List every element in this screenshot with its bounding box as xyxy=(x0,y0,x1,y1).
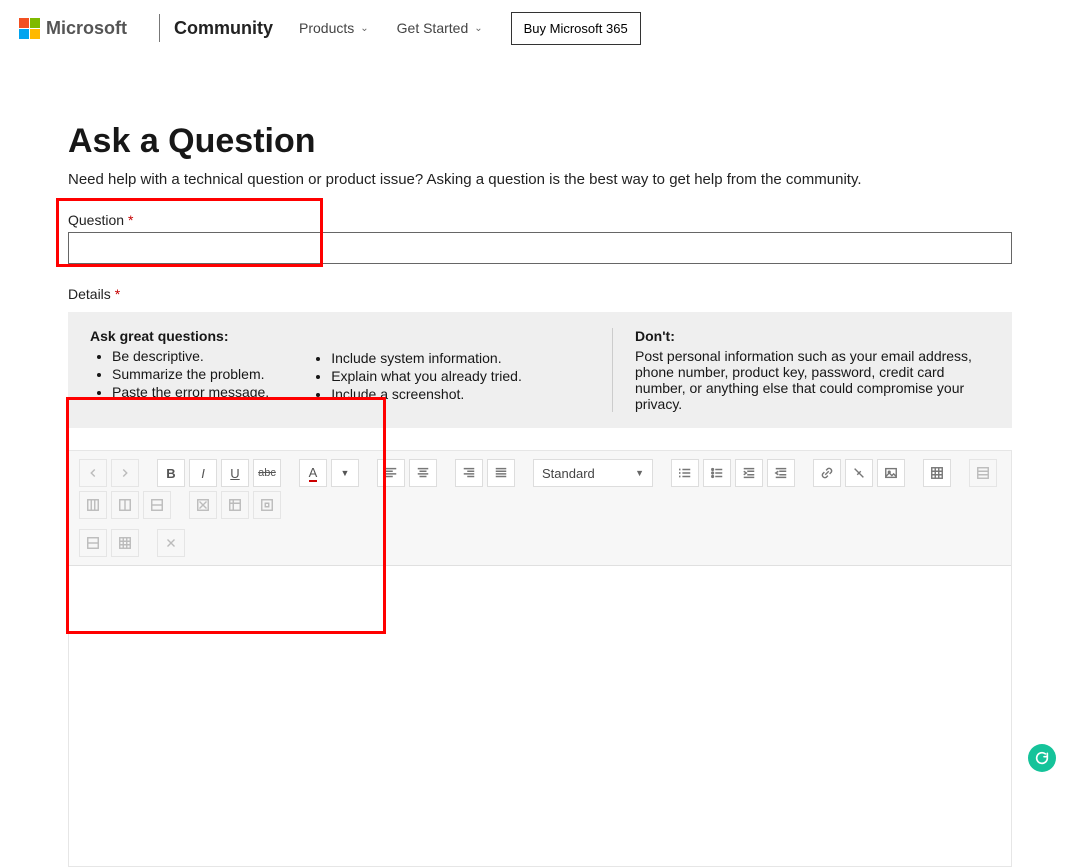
table-extra1-button[interactable] xyxy=(79,529,107,557)
underline-button[interactable]: U xyxy=(221,459,249,487)
table-merge-button[interactable] xyxy=(253,491,281,519)
unlink-button[interactable] xyxy=(845,459,873,487)
hints-dont-heading: Don't: xyxy=(635,328,990,344)
align-justify-button[interactable] xyxy=(487,459,515,487)
main-content: Ask a Question Need help with a technica… xyxy=(0,56,1080,867)
chevron-down-icon: ⌄ xyxy=(360,23,368,34)
hint-item: Explain what you already tried. xyxy=(331,368,522,384)
page-title: Ask a Question xyxy=(68,122,1012,161)
text-color-button[interactable]: A xyxy=(299,459,327,487)
chevron-down-icon: ⌄ xyxy=(474,23,482,34)
required-marker: * xyxy=(115,286,120,302)
hint-item: Include system information. xyxy=(331,350,522,366)
italic-button[interactable]: I xyxy=(189,459,217,487)
rich-text-editor: B I U abc A ▼ Standard ▼ xyxy=(68,450,1012,867)
paragraph-style-value: Standard xyxy=(542,466,595,481)
nav-products[interactable]: Products ⌄ xyxy=(299,20,369,36)
numbered-list-button[interactable] xyxy=(671,459,699,487)
details-field-label: Details * xyxy=(68,286,1012,302)
table-cell-button[interactable] xyxy=(111,491,139,519)
nav-get-started[interactable]: Get Started ⌄ xyxy=(397,20,483,36)
table-cell2-button[interactable] xyxy=(143,491,171,519)
chevron-down-icon: ▼ xyxy=(635,468,644,478)
editor-toolbar: B I U abc A ▼ Standard ▼ xyxy=(69,451,1011,566)
details-editor-body[interactable] xyxy=(69,566,1011,866)
strikethrough-button[interactable]: abc xyxy=(253,459,281,487)
align-left-button[interactable] xyxy=(377,459,405,487)
hints-panel: Ask great questions: Be descriptive. Sum… xyxy=(68,312,1012,428)
align-center-button[interactable] xyxy=(409,459,437,487)
page-subtitle: Need help with a technical question or p… xyxy=(68,171,1012,188)
hint-item: Paste the error message. xyxy=(112,384,269,400)
hints-divider xyxy=(612,328,613,412)
details-label-text: Details xyxy=(68,286,111,302)
paragraph-style-dropdown[interactable]: Standard ▼ xyxy=(533,459,653,487)
question-field-label: Question * xyxy=(68,212,1012,228)
table-extra2-button[interactable] xyxy=(111,529,139,557)
hints-do-section: Ask great questions: Be descriptive. Sum… xyxy=(90,328,590,412)
outdent-button[interactable] xyxy=(767,459,795,487)
site-header: Microsoft Community Products ⌄ Get Start… xyxy=(0,0,1080,56)
clear-format-button[interactable] xyxy=(157,529,185,557)
bold-button[interactable]: B xyxy=(157,459,185,487)
bulleted-list-button[interactable] xyxy=(703,459,731,487)
text-color-dropdown[interactable]: ▼ xyxy=(331,459,359,487)
link-button[interactable] xyxy=(813,459,841,487)
undo-button[interactable] xyxy=(79,459,107,487)
question-input[interactable] xyxy=(68,232,1012,264)
hints-do-heading: Ask great questions: xyxy=(90,328,269,344)
brand-label: Microsoft xyxy=(46,18,127,39)
microsoft-logo-icon xyxy=(18,17,40,39)
hints-dont-text: Post personal information such as your e… xyxy=(635,348,990,412)
table-props-button[interactable] xyxy=(221,491,249,519)
table-col-button[interactable] xyxy=(79,491,107,519)
hint-item: Be descriptive. xyxy=(112,348,269,364)
required-marker: * xyxy=(128,212,133,228)
grammarly-badge-icon[interactable] xyxy=(1028,744,1056,772)
nav-products-label: Products xyxy=(299,20,354,36)
insert-table-button[interactable] xyxy=(923,459,951,487)
header-divider xyxy=(159,14,160,42)
section-label[interactable]: Community xyxy=(174,18,273,39)
hint-item: Include a screenshot. xyxy=(331,386,522,402)
align-right-button[interactable] xyxy=(455,459,483,487)
delete-table-button[interactable] xyxy=(189,491,217,519)
buy-microsoft-365-button[interactable]: Buy Microsoft 365 xyxy=(511,12,641,45)
nav-get-started-label: Get Started xyxy=(397,20,469,36)
question-label-text: Question xyxy=(68,212,124,228)
redo-button[interactable] xyxy=(111,459,139,487)
table-row-button[interactable] xyxy=(969,459,997,487)
indent-button[interactable] xyxy=(735,459,763,487)
hints-dont-section: Don't: Post personal information such as… xyxy=(635,328,990,412)
image-button[interactable] xyxy=(877,459,905,487)
hint-item: Summarize the problem. xyxy=(112,366,269,382)
